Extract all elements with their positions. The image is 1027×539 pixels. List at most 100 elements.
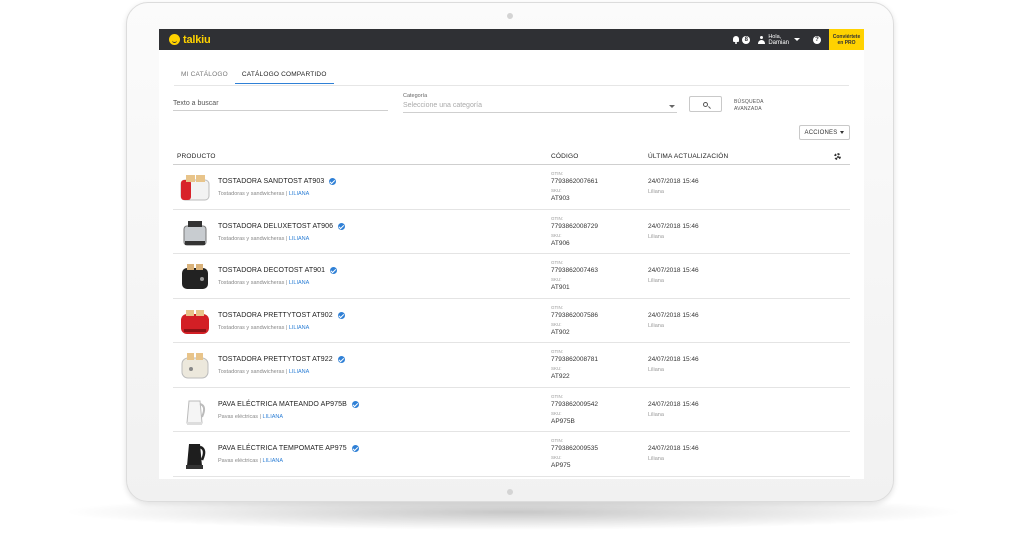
caret-down-icon (840, 131, 845, 134)
advanced-line-2: AVANZADA (734, 106, 762, 112)
category-label: Categoría (403, 93, 428, 99)
sku-label: SKU: (551, 188, 562, 193)
product-name-text: PAVA ELÉCTRICA MATEANDO AP975B (218, 400, 347, 408)
app-logo[interactable]: talkiu (169, 29, 211, 50)
product-brand-link[interactable]: LILIANA (263, 458, 283, 464)
gtin-value: 7793862009535 (551, 445, 598, 452)
sku-label: SKU: (551, 321, 562, 327)
search-input[interactable]: Texto a buscar (173, 100, 388, 111)
updated-date: 24/07/2018 15:46 (648, 400, 699, 408)
product-meta: Tostadoras y sandwicheras | LILIANA (218, 191, 309, 197)
advanced-search-link[interactable]: BÚSQUEDA AVANZADA (734, 99, 764, 113)
header-code[interactable]: CÓDIGO (551, 153, 579, 160)
sku-value: AT902 (551, 328, 570, 336)
gtin-value: 7793862007463 (551, 267, 598, 274)
verified-check-icon (337, 311, 345, 319)
sku-value: AT922 (551, 373, 570, 380)
gtin-value: 7793862007661 (551, 178, 598, 185)
product-meta: Tostadoras y sandwicheras | LILIANA (218, 325, 309, 331)
product-meta: Tostadoras y sandwicheras | LILIANA (218, 369, 309, 375)
go-pro-button[interactable]: Conviértete en PRO (829, 29, 864, 50)
updated-date: 24/07/2018 15:46 (648, 445, 699, 452)
updated-date: 24/07/2018 15:46 (648, 267, 699, 274)
product-name-text: TOSTADORA PRETTYTOST AT922 (218, 356, 333, 363)
tab-catalogo-compartido[interactable]: CATÁLOGO COMPARTIDO (234, 71, 334, 84)
product-thumbnail[interactable] (178, 437, 212, 471)
updated-user: Liliana (648, 189, 664, 195)
product-thumbnail[interactable] (178, 170, 212, 204)
product-name[interactable]: TOSTADORA DECOTOST AT901 (218, 267, 338, 274)
product-name-text: TOSTADORA PRETTYTOST AT902 (218, 311, 333, 319)
product-category: Pavas eléctricas (218, 413, 259, 420)
table-row[interactable]: PAVA ELÉCTRICA TEMPOMATE AP975 Pavas elé… (173, 432, 850, 477)
product-thumbnail[interactable] (178, 393, 212, 427)
table-row[interactable]: TOSTADORA PRETTYTOST AT902 Tostadoras y … (173, 299, 850, 343)
sku-label: SKU: (551, 410, 562, 416)
table-row[interactable]: TOSTADORA PRETTYTOST AT922 Tostadoras y … (173, 343, 850, 388)
table-header: PRODUCTO CÓDIGO ÚLTIMA ACTUALIZACIÓN (173, 150, 850, 165)
updated-date: 24/07/2018 15:46 (648, 222, 699, 230)
gtin-value: 7793862008729 (551, 222, 598, 230)
product-name[interactable]: TOSTADORA PRETTYTOST AT902 (218, 311, 345, 319)
table-row[interactable]: TOSTADORA SANDTOST AT903 Tostadoras y sa… (173, 165, 850, 210)
product-brand-link[interactable]: LILIANA (289, 280, 309, 286)
product-category: Tostadoras y sandwicheras (218, 235, 285, 242)
product-name[interactable]: PAVA ELÉCTRICA TEMPOMATE AP975 (218, 445, 359, 452)
gtin-label: GTIN: (551, 349, 563, 354)
product-brand-link[interactable]: LILIANA (289, 191, 309, 197)
header-updated[interactable]: ÚLTIMA ACTUALIZACIÓN (648, 153, 728, 160)
sku-value: AP975B (551, 417, 575, 425)
sku-value: AT906 (551, 239, 570, 247)
bell-icon[interactable] (732, 35, 740, 44)
product-thumbnail[interactable] (178, 259, 212, 293)
sku-label: SKU: (551, 232, 562, 238)
product-name[interactable]: TOSTADORA PRETTYTOST AT922 (218, 356, 345, 363)
table-row[interactable]: TOSTADORA DELUXETOST AT906 Tostadoras y … (173, 210, 850, 254)
product-category: Tostadoras y sandwicheras (218, 191, 285, 197)
product-name[interactable]: PAVA ELÉCTRICA MATEANDO AP975B (218, 400, 359, 408)
product-name-text: TOSTADORA DELUXETOST AT906 (218, 222, 334, 230)
user-menu[interactable]: Hola, Damian (768, 34, 789, 46)
updated-date: 24/07/2018 15:46 (648, 311, 699, 319)
help-icon[interactable]: ? (813, 35, 821, 44)
product-meta: Pavas eléctricas | LILIANA (218, 414, 283, 420)
updated-date: 24/07/2018 15:46 (648, 356, 699, 363)
search-icon (703, 101, 708, 107)
chevron-down-icon[interactable] (794, 38, 800, 41)
product-thumbnail[interactable] (178, 215, 212, 249)
verified-check-icon (351, 400, 359, 408)
sku-label: SKU: (551, 455, 562, 460)
product-brand-link[interactable]: LILIANA (289, 325, 309, 331)
product-brand-link[interactable]: LILIANA (289, 369, 309, 375)
product-name-text: TOSTADORA SANDTOST AT903 (218, 178, 325, 185)
product-brand-link[interactable]: LILIANA (289, 236, 309, 242)
verified-check-icon (337, 356, 345, 363)
verified-check-icon (351, 445, 359, 452)
product-category: Tostadoras y sandwicheras (218, 369, 285, 375)
table-row[interactable]: TOSTADORA DECOTOST AT901 Tostadoras y sa… (173, 254, 850, 299)
verified-check-icon (338, 222, 346, 230)
actions-button[interactable]: ACCIONES (799, 125, 850, 140)
category-select[interactable]: Seleccione una categoría (403, 102, 677, 113)
gtin-value: 7793862008781 (551, 356, 598, 363)
product-category: Pavas eléctricas (218, 458, 259, 464)
product-thumbnail[interactable] (178, 304, 212, 338)
user-icon[interactable] (758, 35, 766, 44)
product-name-text: TOSTADORA DECOTOST AT901 (218, 267, 326, 274)
gtin-value: 7793862007586 (551, 311, 598, 319)
table-row[interactable]: PAVA ELÉCTRICA MATEANDO AP975B Pavas elé… (173, 388, 850, 432)
top-bar: talkiu 8 Hola, Damian ? Conviértete en P… (159, 29, 864, 50)
product-thumbnail[interactable] (178, 348, 212, 382)
product-name[interactable]: TOSTADORA SANDTOST AT903 (218, 178, 337, 185)
catalog-tabs: MI CATÁLOGO CATÁLOGO COMPARTIDO (174, 71, 334, 84)
header-product[interactable]: PRODUCTO (177, 153, 216, 160)
search-button[interactable] (689, 96, 722, 112)
category-placeholder: Seleccione una categoría (403, 102, 482, 109)
product-brand-link[interactable]: LILIANA (263, 414, 283, 420)
sku-value: AP975 (551, 462, 571, 469)
tab-mi-catalogo[interactable]: MI CATÁLOGO (174, 71, 235, 84)
gear-icon[interactable] (834, 153, 841, 160)
notification-badge[interactable]: 8 (742, 35, 751, 44)
product-name[interactable]: TOSTADORA DELUXETOST AT906 (218, 222, 346, 230)
pro-line-2: en PRO (837, 39, 856, 46)
